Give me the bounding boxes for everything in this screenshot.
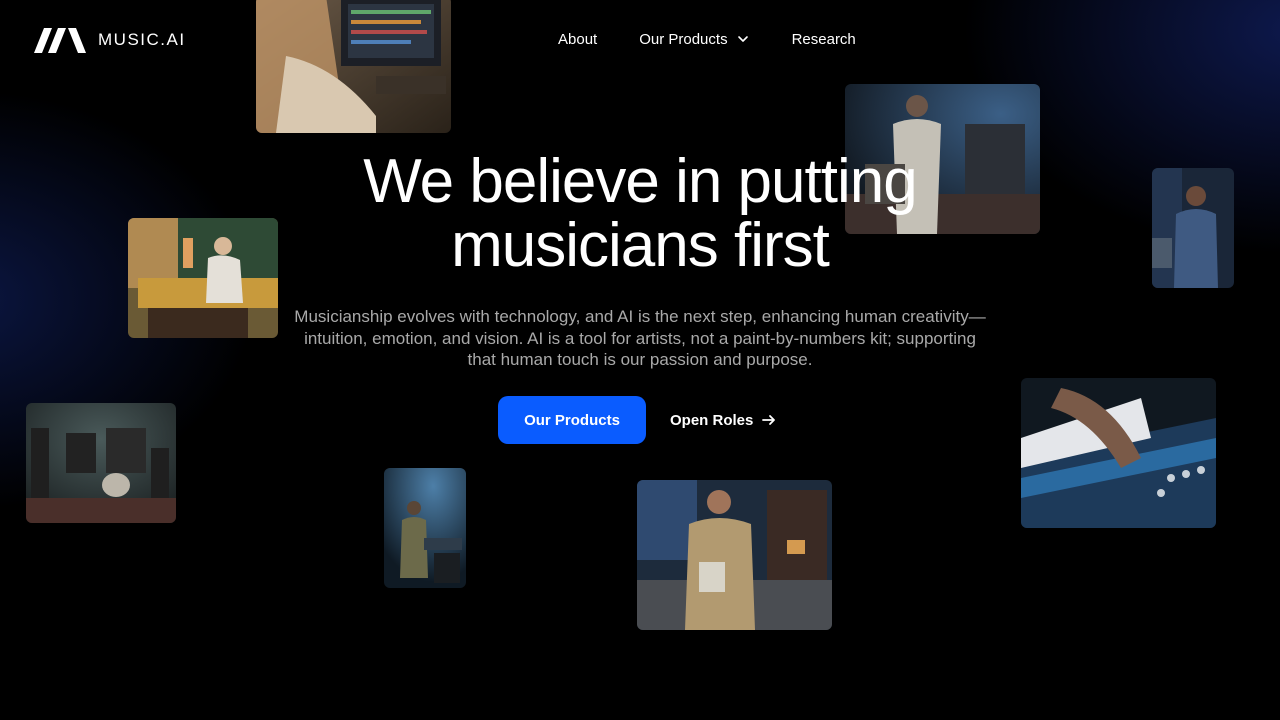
nav-item-our-products[interactable]: Our Products [639, 28, 749, 50]
main-nav: About Our Products Research [558, 28, 856, 50]
nav-item-about[interactable]: About [558, 28, 597, 50]
photo-guitarist-synth [384, 468, 466, 588]
nav-item-label: Our Products [639, 30, 728, 48]
photo-band-rehearsal [26, 403, 176, 523]
nav-item-research[interactable]: Research [792, 28, 856, 50]
open-roles-label: Open Roles [670, 411, 754, 429]
hero-headline-line-2: musicians first [451, 211, 830, 280]
nav-item-label: About [558, 30, 598, 48]
photo-producer-at-computer [256, 0, 451, 133]
photo-producer-smiling [637, 480, 832, 630]
hero-headline-line-1: We believe in putting [363, 147, 917, 216]
page: MUSIC.AI About Our Products Research We … [0, 0, 1280, 720]
arrow-right-icon [762, 415, 776, 425]
chevron-down-icon [737, 36, 748, 42]
brand-logo[interactable]: MUSIC.AI [32, 26, 186, 54]
music-ai-logo-icon [34, 28, 86, 53]
brand-name: MUSIC.AI [98, 30, 186, 49]
hero-headline: We believe in putting musicians first [0, 150, 1280, 278]
our-products-button[interactable]: Our Products [498, 396, 646, 444]
open-roles-link[interactable]: Open Roles [670, 396, 777, 444]
nav-item-label: Research [791, 30, 856, 48]
hero-description: Musicianship evolves with technology, an… [294, 307, 986, 369]
photo-synth-closeup [1021, 378, 1216, 528]
